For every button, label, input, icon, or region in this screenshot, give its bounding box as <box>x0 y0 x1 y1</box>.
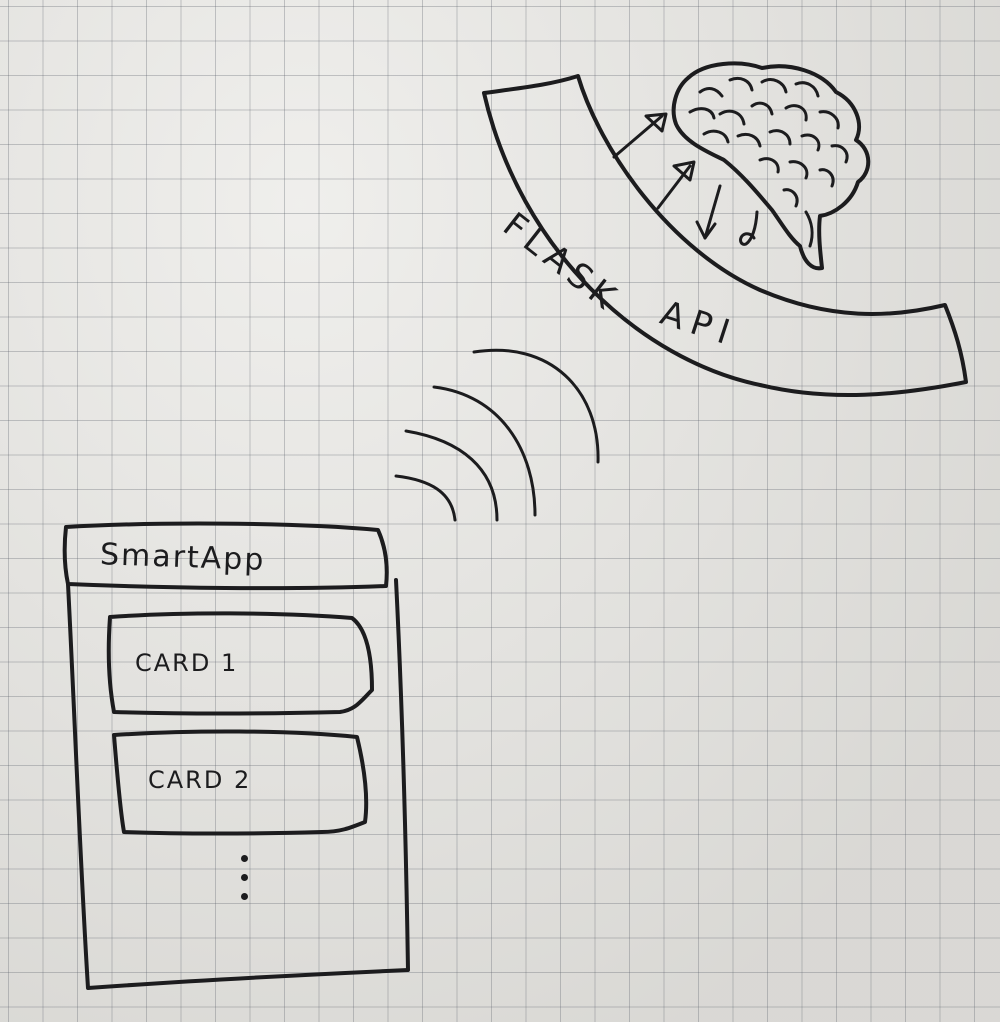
brain-icon <box>671 61 871 271</box>
card-1-label: CARD 1 <box>135 649 239 677</box>
more-cards-ellipsis <box>241 855 251 912</box>
diagram-canvas <box>62 61 968 990</box>
app-title: SmartApp <box>99 537 266 578</box>
wireless-signal-icon <box>394 348 600 522</box>
graph-paper-sheet: SmartApp CARD 1 CARD 2 FLASK API <box>0 0 1000 1022</box>
data-flow-arrows <box>612 112 759 246</box>
card-2-label: CARD 2 <box>148 766 252 794</box>
